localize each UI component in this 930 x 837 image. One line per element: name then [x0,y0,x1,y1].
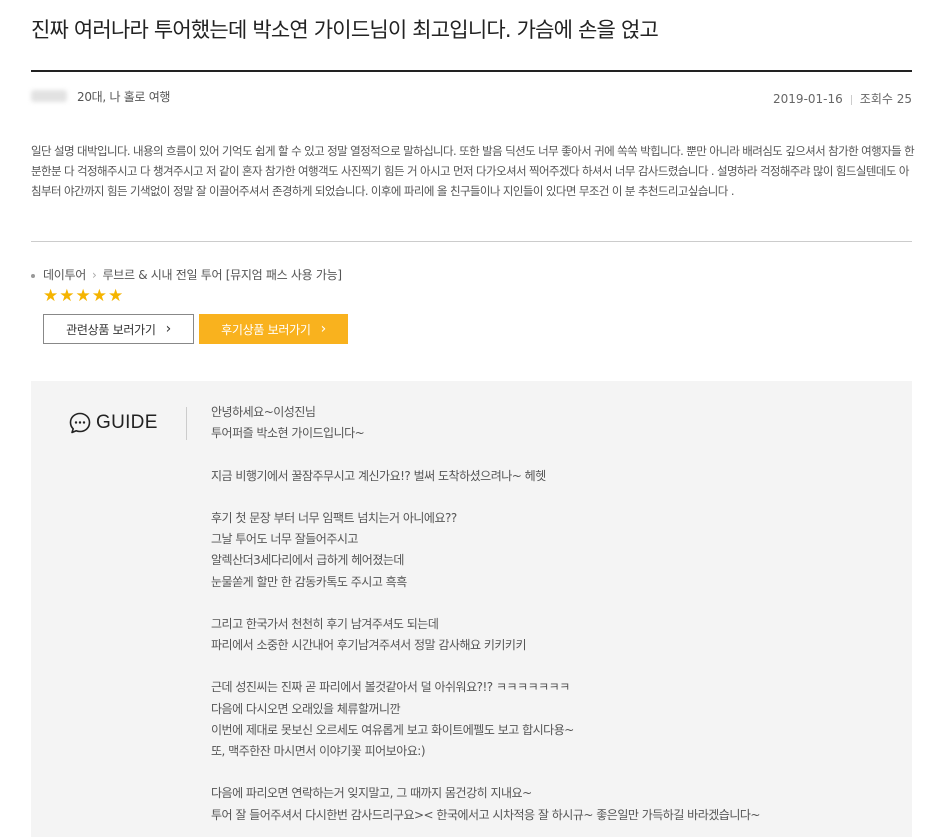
guide-reply-line: 그날 투어도 너무 잘들어주시고 [211,532,358,547]
guide-reply-line: 투어퍼즐 박소현 가이드입니다~ [211,426,365,441]
guide-divider [186,407,187,440]
guide-reply-line: 후기 첫 문장 부터 너무 임팩트 넘치는거 아니에요?? [211,510,457,525]
product-breadcrumb: 데이투어 › 루브르 & 시내 전일 투어 [뮤지엄 패스 사용 가능] [31,266,342,283]
guide-reply-line: 파리에서 소중한 시간내어 후기남겨주셔서 정말 감사해요 키키키키 [211,638,527,653]
guide-reply-line: 이번에 제대로 못보신 오르세도 여유롭게 보고 화이트에펠도 보고 합시다용~ [211,722,574,737]
review-product-label: 후기상품 보러가기 [221,322,311,337]
guide-reply-line: 지금 비행기에서 꿀잠주무시고 계신가요!? 벌써 도착하셨으려나~ 헤헷 [211,468,546,483]
chevron-right-icon: › [320,321,327,337]
review-date: 2019-01-16 [773,92,843,106]
product-name[interactable]: 루브르 & 시내 전일 투어 [뮤지엄 패스 사용 가능] [102,268,342,282]
guide-reply-line: 다음에 다시오면 오래있을 체류할꺼니깐 [211,701,401,716]
chat-bubble-icon [69,412,91,434]
guide-reply-line: 근데 성진씨는 진짜 곧 파리에서 볼것같아서 덜 아쉬워요?!? ㅋㅋㅋㅋㅋㅋ… [211,680,570,695]
guide-reply-line [211,444,901,465]
chevron-right-icon: › [165,321,172,337]
star-rating: ★★★★★ [43,286,125,306]
guide-reply-line: 다음에 파리오면 연락하는거 잊지말고, 그 때까지 몸건강히 지내요~ [211,786,532,801]
reviewer-name-blurred [31,90,67,102]
guide-reply-line: 또, 맥주한잔 마시면서 이야기꽃 피어보아요:) [211,744,426,758]
title-divider [31,70,912,72]
review-detail-page: 진짜 여러나라 투어했는데 박소연 가이드님이 최고입니다. 가슴에 손을 얹고… [0,0,930,837]
guide-reply-box: GUIDE 안녕하세요~이성진님투어퍼즐 박소현 가이드입니다~ 지금 비행기에서… [31,381,912,837]
bullet-dot [31,273,35,278]
guide-reply-line: 안녕하세요~이성진님 [211,405,316,419]
review-product-button[interactable]: 후기상품 보러가기 › [199,314,348,344]
review-stats: 2019-01-16 조회수 25 [773,90,912,107]
review-body: 일단 설명 대박입니다. 내용의 흐름이 있어 기억도 쉽게 할 수 있고 정말… [31,144,915,198]
guide-reply-line [211,656,901,677]
related-products-button[interactable]: 관련상품 보러가기 › [43,314,194,344]
guide-reply-line [211,487,901,508]
review-meta: 20대, 나 홀로 여행 2019-01-16 조회수 25 [31,86,912,108]
guide-reply-line: 눈물쏟게 할만 한 감동카톡도 주시고 흑흑 [211,574,407,589]
reviewer-info: 20대, 나 홀로 여행 [77,90,171,104]
guide-reply-line [211,593,901,614]
product-category[interactable]: 데이투어 [43,268,86,282]
guide-reply-text: 안녕하세요~이성진님투어퍼즐 박소현 가이드입니다~ 지금 비행기에서 꿀잠주무시… [211,402,901,826]
guide-reply-line: 알렉산더3세다리에서 급하게 헤어졌는데 [211,553,404,568]
review-views: 조회수 25 [859,92,912,106]
guide-reply-line: 그리고 한국가서 천천히 후기 남겨주셔도 되는데 [211,616,439,631]
body-divider [31,241,912,242]
stat-separator [850,94,852,105]
guide-word: GUIDE [96,412,158,433]
chevron-right-icon: › [91,268,97,282]
guide-reply-line: 투어 잘 들어주셔서 다시한번 감사드리구요>< 한국에서고 시차적응 잘 하시… [211,807,760,822]
related-products-label: 관련상품 보러가기 [66,322,156,337]
guide-label: GUIDE [69,412,158,434]
review-title: 진짜 여러나라 투어했는데 박소연 가이드님이 최고입니다. 가슴에 손을 얹고 [31,18,659,42]
guide-reply-line [211,762,901,783]
